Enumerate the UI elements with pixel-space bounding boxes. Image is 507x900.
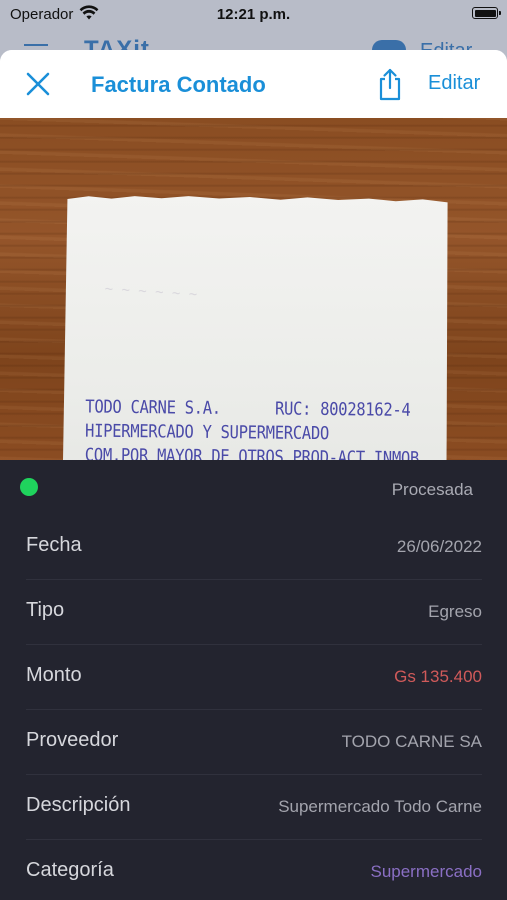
field-row-proveedor[interactable]: Proveedor TODO CARNE SA [0, 711, 507, 775]
invoice-sheet: Factura Contado Editar ~ ~ ~ ~ ~ ~ TODO … [0, 50, 507, 900]
field-value: Gs 135.400 [394, 667, 482, 686]
field-label: Descripción [26, 794, 131, 816]
field-row-monto[interactable]: Monto Gs 135.400 [0, 646, 507, 710]
faded-print: ~ ~ ~ ~ ~ ~ [104, 281, 198, 303]
field-label: Tipo [26, 599, 65, 621]
battery-icon [472, 7, 501, 19]
page-title: Factura Contado [91, 72, 266, 97]
edit-button[interactable]: Editar [428, 72, 480, 95]
field-value: Egreso [428, 602, 482, 621]
field-value: TODO CARNE SA [341, 732, 482, 751]
status-indicator [20, 478, 38, 496]
field-label: Fecha [26, 534, 82, 556]
field-label: Monto [26, 664, 82, 686]
field-label: Categoría [26, 859, 114, 881]
field-row-tipo[interactable]: Tipo Egreso [0, 581, 507, 645]
field-row-fecha[interactable]: Fecha 26/06/2022 [0, 516, 507, 580]
receipt-line: HIPERMERCADO Y SUPERMERCADO [84, 420, 330, 444]
receipt-line: COM.POR MAYOR DE OTROS PROD-ACT INMOB [84, 444, 420, 460]
clock: 12:21 p.m. [216, 6, 291, 23]
receipt-line: TODO CARNE S.A. RUC: 80028162-4 [85, 396, 411, 421]
field-row-descripcion[interactable]: Descripción Supermercado Todo Carne [0, 776, 507, 840]
field-value: Supermercado [370, 862, 482, 881]
details-panel: Procesada Fecha 26/06/2022 Tipo Egreso M… [0, 460, 507, 900]
nav-bar: Factura Contado Editar [0, 50, 507, 118]
receipt-paper: ~ ~ ~ ~ ~ ~ TODO CARNE S.A. RUC: 8002816… [62, 193, 449, 460]
share-icon[interactable] [375, 67, 405, 101]
status-row: Procesada [0, 460, 507, 516]
close-icon[interactable] [24, 70, 52, 98]
status-bar: Operador 12:21 p.m. [0, 0, 507, 30]
receipt-photo[interactable]: ~ ~ ~ ~ ~ ~ TODO CARNE S.A. RUC: 8002816… [0, 118, 507, 460]
status-label: Procesada [391, 480, 473, 499]
receipt-text: TODO CARNE S.A. RUC: 80028162-4 HIPERMERC… [85, 395, 420, 460]
field-label: Proveedor [26, 729, 119, 751]
field-row-categoria[interactable]: Categoría Supermercado [0, 841, 507, 900]
field-value: Supermercado Todo Carne [278, 797, 482, 816]
field-value: 26/06/2022 [396, 537, 482, 556]
